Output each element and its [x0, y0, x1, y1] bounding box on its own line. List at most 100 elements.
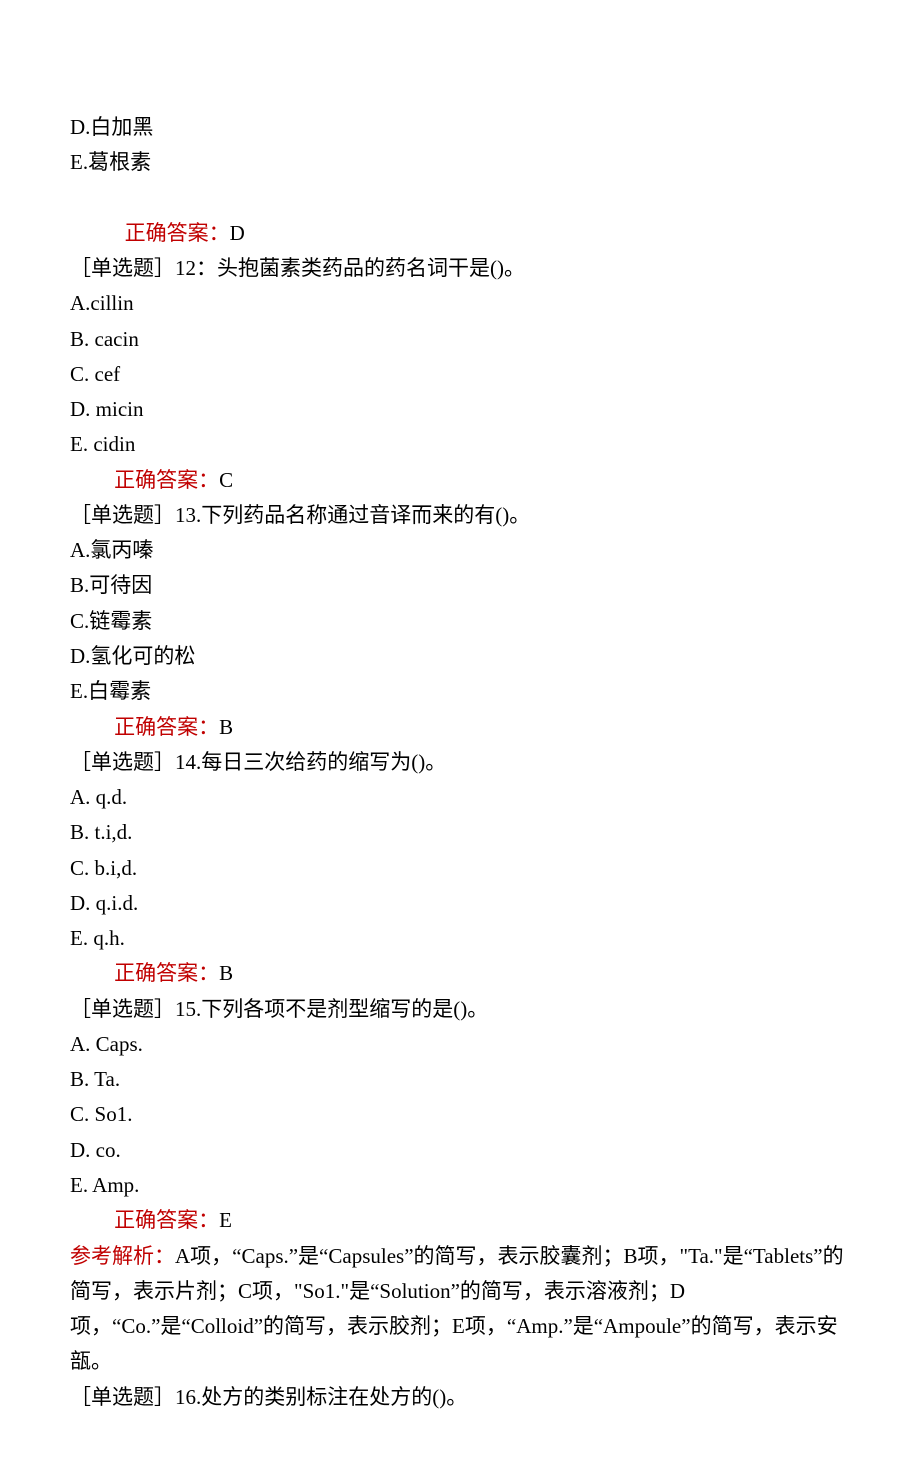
question-text: 处方的类别标注在处方的()。 — [201, 1385, 467, 1409]
answer-line: 正确答案：C — [70, 463, 850, 498]
option-label: B. — [70, 1067, 89, 1091]
option-text: cidin — [93, 432, 135, 456]
option-text: cef — [95, 362, 121, 386]
correct-answer-label: 正确答案： — [114, 468, 219, 492]
option-label: A. — [70, 1032, 90, 1056]
explanation-label: 参考解析： — [70, 1244, 175, 1268]
question-number: 14. — [175, 750, 201, 774]
option-label: E. — [70, 1173, 88, 1197]
option-line: E.白霉素 — [70, 674, 850, 709]
option-line: D.白加黑 — [70, 110, 850, 145]
correct-answer-label: 正确答案： — [125, 221, 230, 245]
option-text: 白霉素 — [88, 679, 151, 703]
correct-answer-label: 正确答案： — [114, 715, 219, 739]
option-line: C. cef — [70, 357, 850, 392]
option-label: D. — [70, 644, 90, 668]
question-tag: ［单选题］ — [70, 750, 175, 774]
correct-answer-label: 正确答案： — [114, 1208, 219, 1232]
option-label: C. — [70, 1102, 89, 1126]
option-line: C.链霉素 — [70, 604, 850, 639]
question-stem: ［单选题］16.处方的类别标注在处方的()。 — [70, 1380, 850, 1415]
question-text: 下列药品名称通过音译而来的有()。 — [201, 503, 530, 527]
option-text: 白加黑 — [90, 115, 153, 139]
question-tag: ［单选题］ — [70, 1385, 175, 1409]
question-tag: ［单选题］ — [70, 256, 175, 280]
answer-value: C — [219, 468, 233, 492]
option-text: 链霉素 — [89, 609, 152, 633]
answer-line: 正确答案：B — [70, 710, 850, 745]
option-line: B.可待因 — [70, 568, 850, 603]
option-text: So1. — [95, 1102, 133, 1126]
question-number: 12： — [175, 256, 217, 280]
answer-value: D — [230, 221, 245, 245]
option-text: Caps. — [96, 1032, 143, 1056]
option-line: A. q.d. — [70, 780, 850, 815]
option-label: A. — [70, 785, 90, 809]
question-stem: ［单选题］12：头抱菌素类药品的药名词干是()。 — [70, 251, 850, 286]
explanation: 参考解析：A项，“Caps.”是“Capsules”的简写，表示胶囊剂；B项，"… — [70, 1239, 850, 1380]
question-tag: ［单选题］ — [70, 503, 175, 527]
option-line: A.氯丙嗪 — [70, 533, 850, 568]
option-label: D. — [70, 1138, 90, 1162]
option-line: E. q.h. — [70, 921, 850, 956]
option-label: D. — [70, 891, 90, 915]
answer-line: 正确答案：E — [70, 1203, 850, 1238]
option-line: B. t.i,d. — [70, 815, 850, 850]
option-text: co. — [96, 1138, 121, 1162]
option-label: E. — [70, 432, 88, 456]
option-text: cacin — [95, 327, 139, 351]
option-label: C. — [70, 856, 89, 880]
option-text: micin — [96, 397, 144, 421]
option-line: D.氢化可的松 — [70, 639, 850, 674]
option-label: E. — [70, 150, 88, 174]
option-text: q.i.d. — [96, 891, 139, 915]
option-label: D. — [70, 397, 90, 421]
question-tag: ［单选题］ — [70, 997, 175, 1021]
option-line: D. q.i.d. — [70, 886, 850, 921]
option-label: C. — [70, 609, 89, 633]
option-text: q.h. — [93, 926, 125, 950]
option-label: A. — [70, 291, 90, 315]
question-number: 15. — [175, 997, 201, 1021]
option-line: B. cacin — [70, 322, 850, 357]
answer-value: E — [219, 1208, 232, 1232]
option-label: B. — [70, 573, 89, 597]
option-line: D. co. — [70, 1133, 850, 1168]
option-text: 可待因 — [89, 573, 152, 597]
option-label: A. — [70, 538, 90, 562]
question-number: 13. — [175, 503, 201, 527]
option-line: E.葛根素 — [70, 145, 850, 180]
answer-line: 正确答案：D — [70, 181, 850, 252]
answer-value: B — [219, 961, 233, 985]
option-text: 氯丙嗪 — [90, 538, 153, 562]
option-line: C. b.i,d. — [70, 851, 850, 886]
option-text: Ta. — [94, 1067, 120, 1091]
option-label: B. — [70, 327, 89, 351]
option-text: 葛根素 — [88, 150, 151, 174]
question-text: 下列各项不是剂型缩写的是()。 — [201, 997, 488, 1021]
question-text: 每日三次给药的缩写为()。 — [201, 750, 446, 774]
option-text: Amp. — [92, 1173, 139, 1197]
question-text: 头抱菌素类药品的药名词干是()。 — [217, 256, 525, 280]
option-label: E. — [70, 926, 88, 950]
option-line: D. micin — [70, 392, 850, 427]
option-line: A. Caps. — [70, 1027, 850, 1062]
option-text: 氢化可的松 — [90, 644, 195, 668]
option-text: b.i,d. — [95, 856, 138, 880]
option-text: cillin — [90, 291, 133, 315]
option-line: A.cillin — [70, 286, 850, 321]
option-line: B. Ta. — [70, 1062, 850, 1097]
option-label: E. — [70, 679, 88, 703]
question-number: 16. — [175, 1385, 201, 1409]
option-text: q.d. — [96, 785, 128, 809]
answer-value: B — [219, 715, 233, 739]
option-label: B. — [70, 820, 89, 844]
option-line: C. So1. — [70, 1097, 850, 1132]
option-line: E. Amp. — [70, 1168, 850, 1203]
question-stem: ［单选题］13.下列药品名称通过音译而来的有()。 — [70, 498, 850, 533]
answer-line: 正确答案：B — [70, 956, 850, 991]
question-stem: ［单选题］15.下列各项不是剂型缩写的是()。 — [70, 992, 850, 1027]
option-label: C. — [70, 362, 89, 386]
explanation-text: A项，“Caps.”是“Capsules”的简写，表示胶囊剂；B项，"Ta."是… — [70, 1244, 844, 1374]
option-text: t.i,d. — [95, 820, 133, 844]
